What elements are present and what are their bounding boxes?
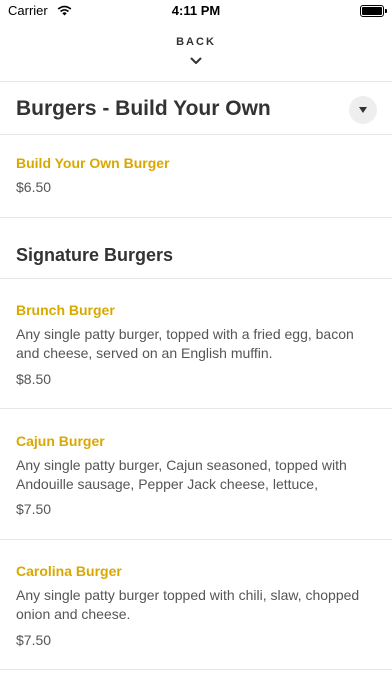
- item-description: Any single patty burger topped with chil…: [16, 587, 360, 622]
- item-price: $6.50: [16, 179, 52, 195]
- section-title: Burgers - Build Your Own: [16, 97, 271, 120]
- chevron-down-icon: [0, 52, 392, 70]
- item-description: Any single patty burger, topped with a f…: [16, 326, 354, 361]
- item-name: Brunch Burger: [16, 302, 115, 318]
- caret-down-icon: [359, 107, 367, 113]
- divider: [0, 408, 392, 409]
- subsection-title: Signature Burgers: [16, 245, 174, 265]
- item-price: $7.50: [16, 501, 52, 517]
- item-price: $7.50: [16, 632, 52, 648]
- divider: [0, 217, 392, 218]
- item-name: Cajun Burger: [16, 433, 105, 449]
- back-label: BACK: [176, 36, 216, 48]
- battery-icon: [360, 5, 387, 17]
- divider: [0, 669, 392, 670]
- back-button[interactable]: BACK: [0, 36, 392, 70]
- divider: [0, 134, 392, 135]
- divider: [0, 81, 392, 82]
- clock: 4:11 PM: [171, 3, 221, 18]
- item-description: Any single patty burger, Cajun seasoned,…: [16, 457, 347, 492]
- divider: [0, 539, 392, 540]
- item-name: Build Your Own Burger: [16, 155, 170, 171]
- item-price: $8.50: [16, 371, 52, 387]
- item-name: Carolina Burger: [16, 563, 122, 579]
- divider: [0, 278, 392, 279]
- section-dropdown-button[interactable]: [349, 96, 377, 124]
- status-bar: Carrier 4:11 PM: [0, 0, 392, 22]
